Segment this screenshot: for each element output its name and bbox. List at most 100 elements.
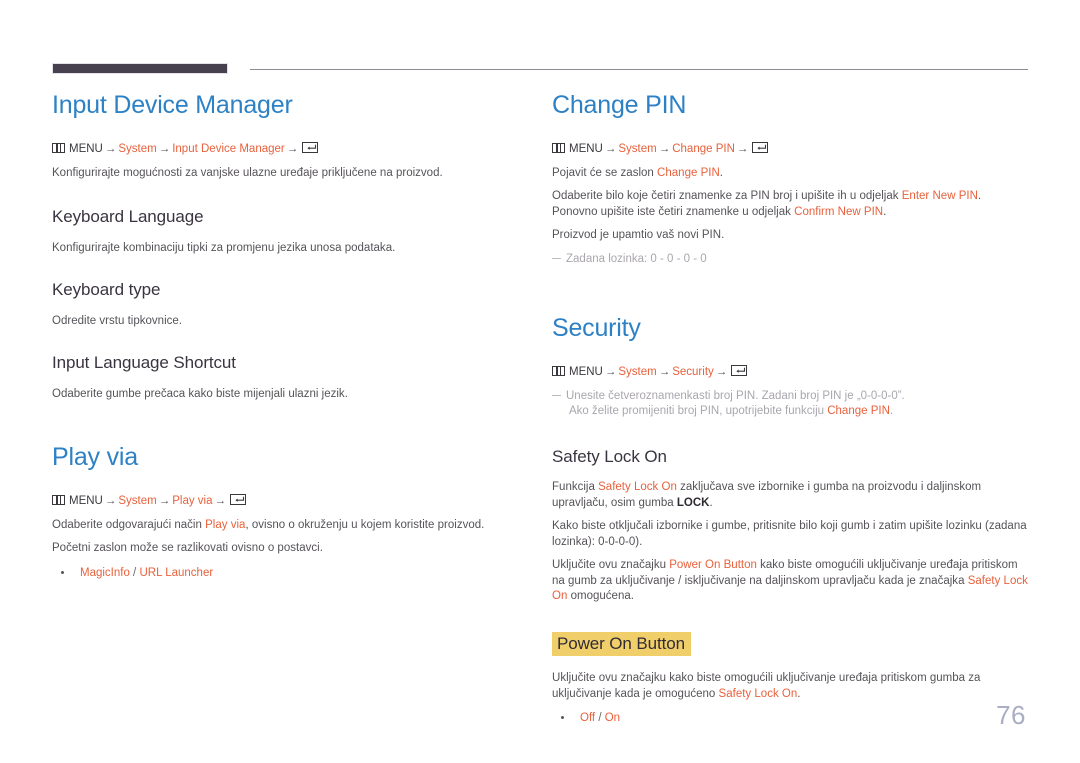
paragraph-keyboard-language: Konfigurirajte kombinaciju tipki za prom… [52,241,396,254]
left-column: Input Device Manager MENU → System → Input D… [52,91,512,584]
path-step-system: System [118,142,157,155]
paragraph-input-device-manager: Konfigurirajte mogućnosti za vanjske ula… [52,166,443,179]
arrow-2: → [158,142,171,155]
bullet-dot [561,716,564,720]
paragraph-play-via-2: Početni zaslon može se razlikovati ovisn… [52,542,323,555]
menu-path-input-device-manager: MENU → System → Input Device Manager → [52,141,512,157]
subsection-safety-lock-on: Safety Lock On Funkcija Safety Lock On z… [552,447,1028,605]
menu-path-change-pin: MENU → System → Change PIN → [552,141,1028,157]
page-title-security: Security [552,314,641,342]
arrow-2: → [658,142,671,155]
note-security-pin: Unesite četveroznamenkasti broj PIN. Zad… [552,389,1028,405]
term-enter-new-pin: Enter New PIN [901,190,978,202]
menu-icon [52,142,65,153]
header-accent-bar [52,63,228,74]
text-pre: Funkcija [552,481,599,494]
subsection-power-on-button: Power On Button Uključite ovu značajku k… [552,631,1028,727]
subsection-input-language-shortcut: Input Language Shortcut Odaberite gumbe … [52,353,512,402]
enter-key-icon [752,141,769,153]
option-magicinfo: MagicInfo [80,566,130,579]
option-separator: / [595,712,605,725]
path-step-system: System [618,365,657,378]
page-title-play-via: Play via [52,443,138,472]
paragraph-power-on-button: Uključite ovu značajku kako biste omoguć… [552,671,1028,702]
menu-path-security: MENU → System → Security → [552,364,1028,380]
subsection-keyboard-language: Keyboard Language Konfigurirajte kombina… [52,207,512,256]
header-thin-rule [250,69,1028,70]
note-line-2-post: . [889,405,894,417]
menu-icon [552,365,565,376]
path-step-input-device-manager: Input Device Manager [172,142,285,155]
text-pre: Uključite ovu značajku [552,559,670,572]
arrow-3: → [736,142,749,155]
subsection-keyboard-type: Keyboard type Odredite vrstu tipkovnice. [52,280,512,329]
note-security-change-pin: Ako želite promijeniti broj PIN, upotrij… [552,404,1028,420]
menu-icon [552,142,565,153]
text-post: . [797,687,801,700]
note-line-1: Unesite četveroznamenkasti broj PIN. Zad… [566,389,905,402]
text-pre: Pojavit će se zaslon [552,166,658,179]
text-pre: Odaberite odgovarajući način [52,518,206,531]
arrow-1: → [604,365,617,378]
term-change-pin: Change PIN [827,405,890,417]
text-pre: Odaberite bilo koje četiri znamenke za P… [552,190,902,202]
path-step-system: System [118,494,157,507]
text-post: , ovisno o okruženju u kojem koristite p… [245,518,485,531]
page-title-input-device-manager: Input Device Manager [52,91,293,119]
arrow-2: → [158,494,171,507]
note-default-password: Zadana lozinka: 0 - 0 - 0 - 0 [552,252,1028,268]
paragraph-safety-lock-3: Uključite ovu značajku Power On Button k… [552,558,1028,605]
term-power-on-button: Power On Button [669,559,757,572]
menu-path-play-via: MENU → System → Play via → [52,493,512,509]
paragraph-change-pin-2: Odaberite bilo koje četiri znamenke za P… [552,189,1028,220]
path-step-security: Security [672,365,714,378]
heading-keyboard-type: Keyboard type [52,280,161,300]
bullet-list-play-via: MagicInfo / URL Launcher [52,565,512,581]
page-number: 76 [996,700,1026,730]
menu-label: MENU [69,494,103,507]
enter-key-icon [230,493,246,505]
section-input-device-manager: Input Device Manager MENU → System → Input D… [52,91,512,181]
note-text: Zadana lozinka: 0 - 0 - 0 - 0 [566,252,707,265]
paragraph-safety-lock-1: Funkcija Safety Lock On zaključava sve i… [552,480,1028,511]
paragraph-change-pin-1: Pojavit će se zaslon Change PIN. [552,166,1028,182]
arrow-3: → [715,365,728,378]
arrow-1: → [604,142,617,155]
arrow-1: → [104,142,117,155]
option-url-launcher: URL Launcher [139,566,214,579]
bullet-dot [61,570,64,574]
menu-label: MENU [569,142,603,155]
term-lock: LOCK [676,496,710,509]
text-post: . [709,496,713,509]
paragraph-input-language-shortcut: Odaberite gumbe prečaca kako biste mijen… [52,387,348,400]
text-post: omogućena. [567,590,634,603]
enter-key-icon [302,141,319,153]
option-separator: / [129,566,140,579]
path-step-change-pin: Change PIN [672,142,735,155]
text-post: . [883,205,887,218]
arrow-3: → [286,142,299,155]
list-item: Off / On [552,710,1028,726]
paragraph-safety-lock-2: Kako biste otključali izbornike i gumbe,… [552,520,1027,548]
arrow-1: → [104,494,117,507]
term-safety-lock-on: Safety Lock On [718,687,798,700]
path-step-system: System [618,142,657,155]
text-post: . [719,166,724,179]
term-change-pin: Change PIN [657,166,720,179]
section-change-pin: Change PIN MENU → System → Change PIN → Pojav… [552,91,1028,268]
term-confirm-new-pin: Confirm New PIN [794,205,884,218]
manual-page: Input Device Manager MENU → System → Input D… [0,0,1080,763]
option-on: On [604,712,621,725]
section-play-via: Play via MENU → System → Play via → Odaberite… [52,444,512,581]
term-play-via: Play via [205,518,246,531]
bullet-list-power-on-button: Off / On [552,710,1028,726]
page-title-change-pin: Change PIN [552,91,687,119]
menu-label: MENU [69,142,103,155]
section-security: Security MENU → System → Security → Unesite č… [552,314,1028,420]
heading-keyboard-language: Keyboard Language [52,207,204,226]
heading-power-on-button: Power On Button [552,631,691,657]
paragraph-keyboard-type: Odredite vrstu tipkovnice. [52,314,183,327]
menu-icon [52,494,65,505]
paragraph-change-pin-3: Proizvod je upamtio vaš novi PIN. [552,229,725,241]
list-item: MagicInfo / URL Launcher [52,565,512,581]
